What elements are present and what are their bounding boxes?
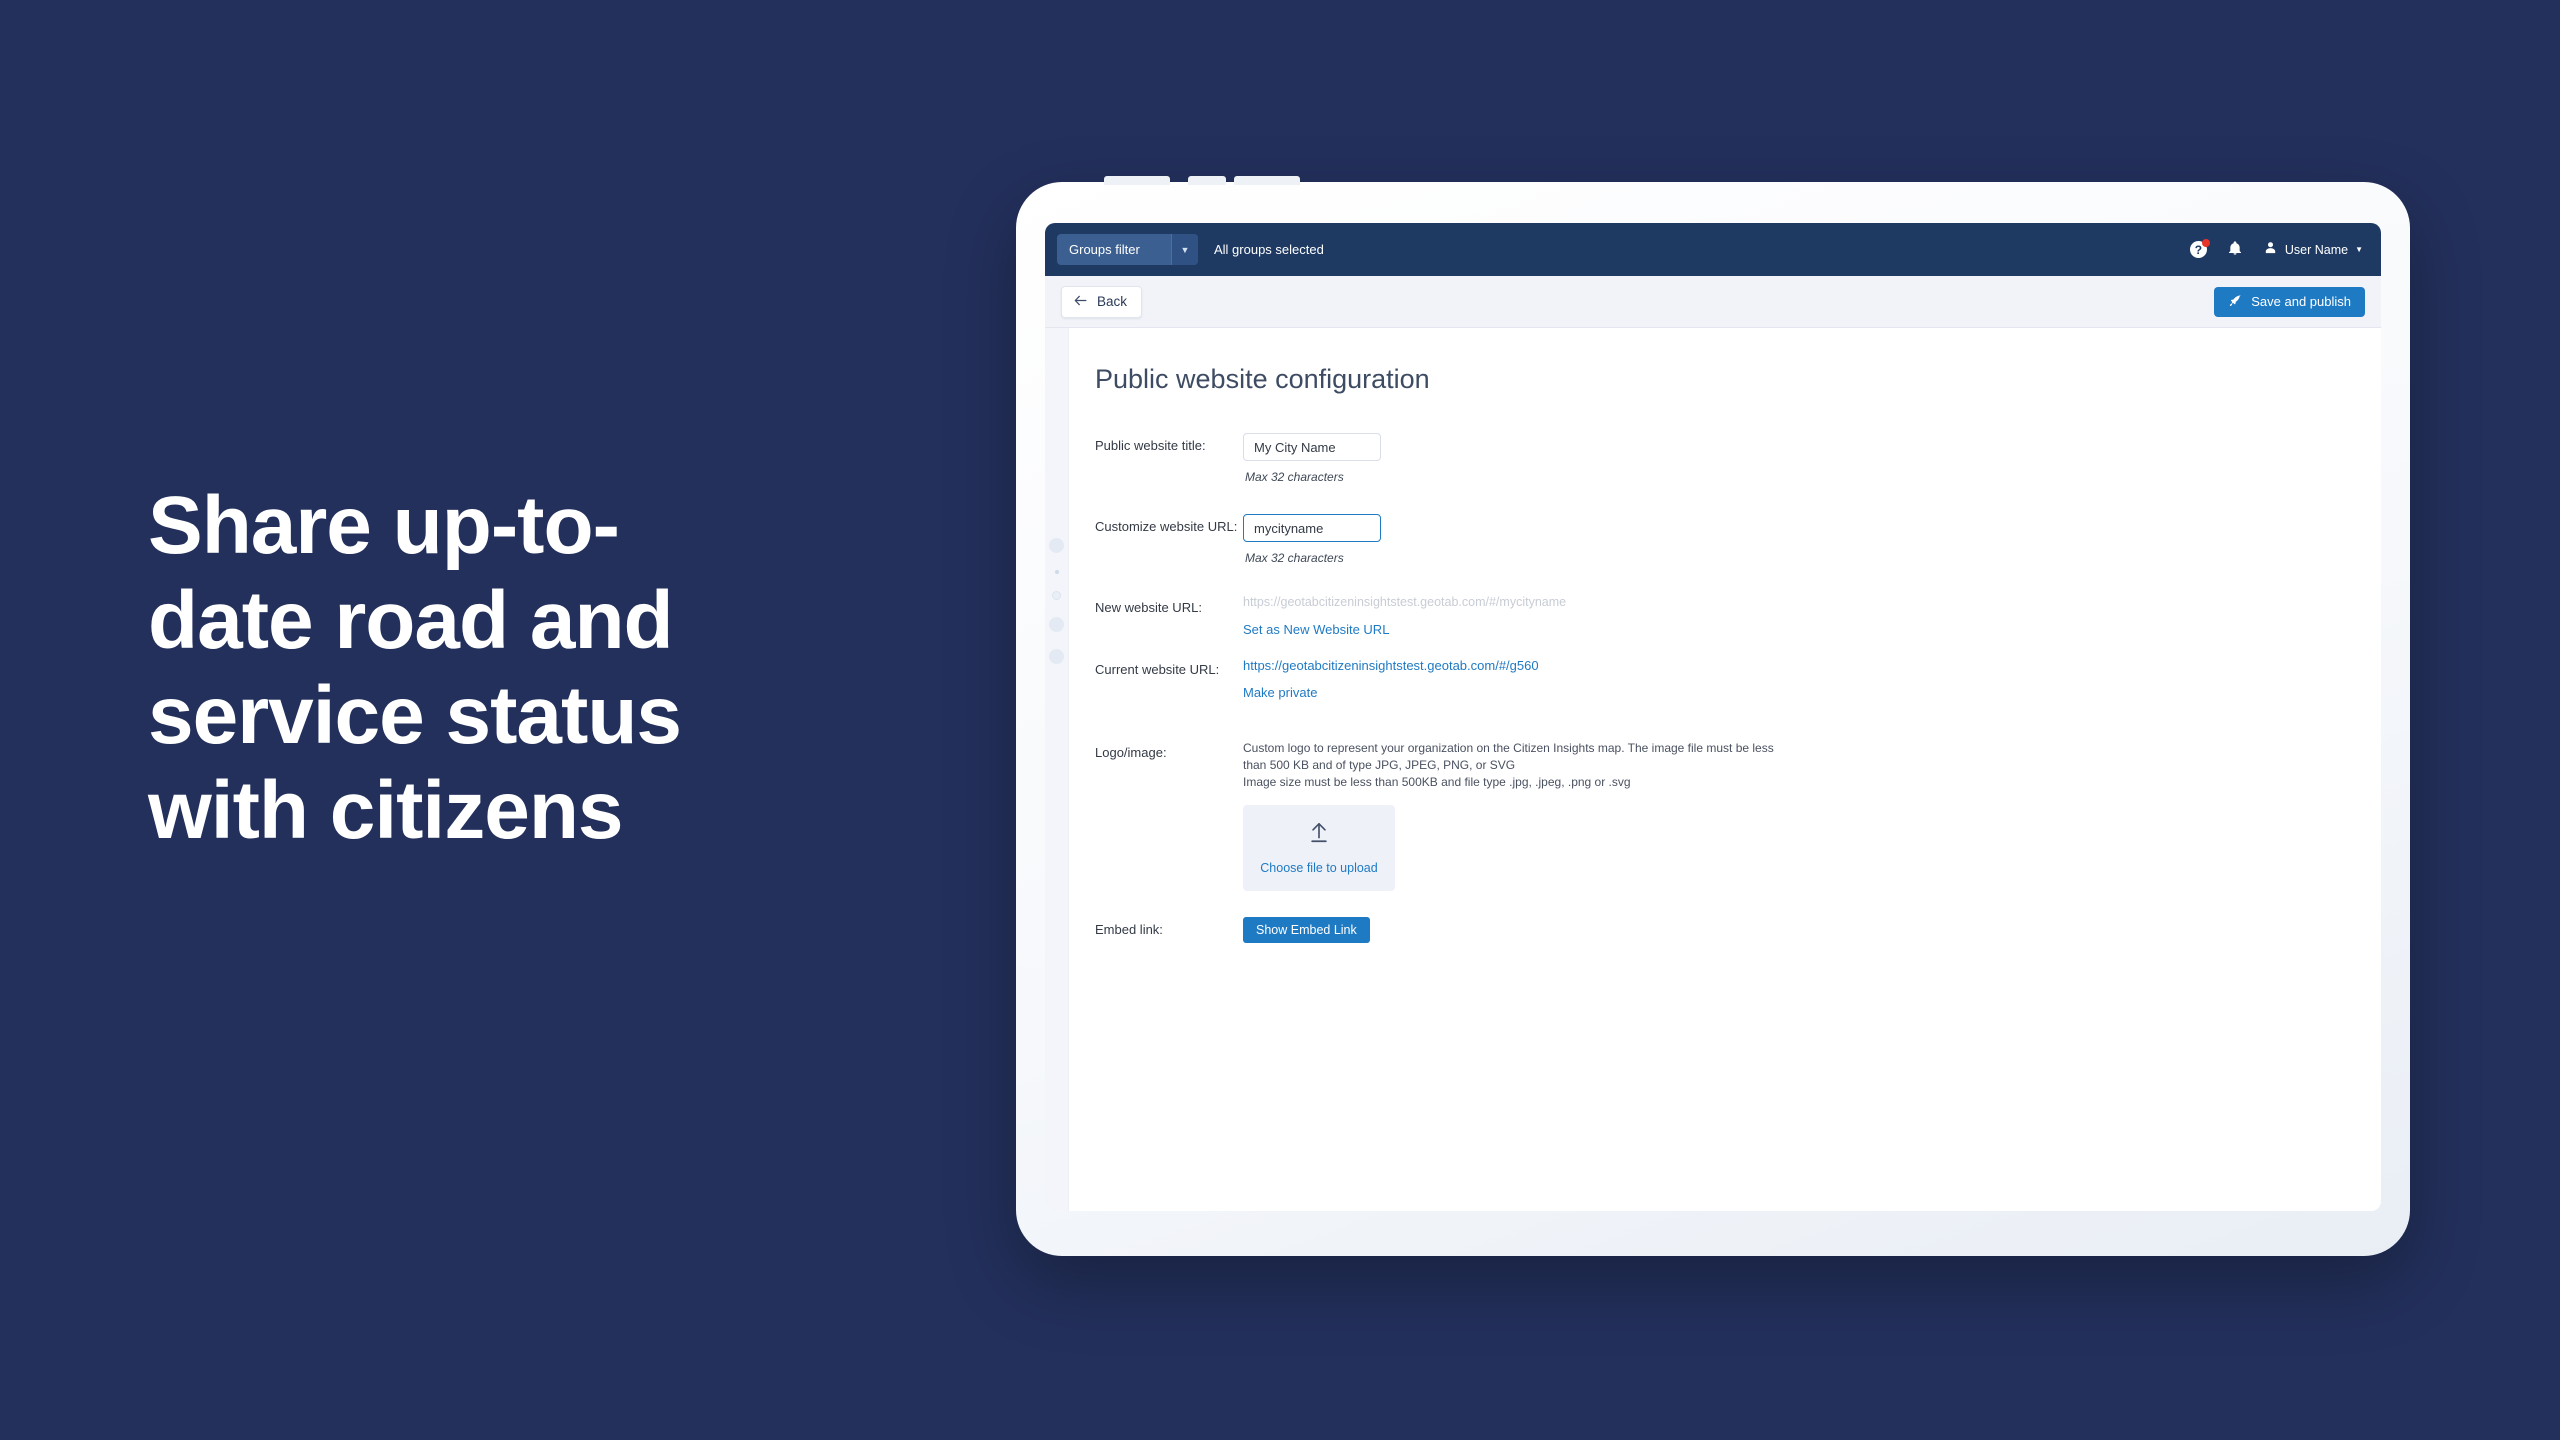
help-button[interactable]: ? [2189, 239, 2210, 258]
website-title-input[interactable] [1243, 433, 1381, 461]
rail-dot[interactable] [1049, 617, 1064, 632]
show-embed-link-button[interactable]: Show Embed Link [1243, 917, 1370, 944]
configuration-page: Public website configuration Public webs… [1069, 328, 2381, 1211]
field-customize-url: Customize website URL: Max 32 characters [1095, 514, 2381, 565]
field-label: Embed link: [1095, 922, 1163, 938]
field-new-url: New website URL: https://geotabcitizenin… [1095, 595, 2381, 639]
avatar-icon [2263, 240, 2278, 259]
upload-label: Choose file to upload [1260, 861, 1378, 876]
tablet-top-button-1 [1104, 176, 1170, 185]
promo-block: Share up-to- date road and service statu… [148, 478, 848, 858]
field-label: Customize website URL: [1095, 519, 1238, 534]
groups-filter-label: Groups filter [1069, 242, 1140, 257]
tablet-top-button-3 [1234, 176, 1300, 185]
rocket-icon [2228, 294, 2242, 310]
user-name-label: User Name [2284, 242, 2349, 257]
tablet-screen: Groups filter ▼ All groups selected ? Us… [1045, 223, 2381, 1211]
logo-description-line-2: than 500 KB and of type JPG, JPEG, PNG, … [1243, 758, 1516, 773]
rail-dot[interactable] [1052, 591, 1061, 600]
page-title: Public website configuration [1095, 364, 1430, 394]
bell-icon[interactable] [2227, 240, 2243, 259]
set-as-new-website-url-link[interactable]: Set as New Website URL [1243, 622, 1389, 637]
tablet-device-frame: Groups filter ▼ All groups selected ? Us… [1016, 176, 2410, 1256]
notification-dot [2201, 239, 2210, 247]
field-label: New website URL: [1095, 600, 1202, 615]
field-hint: Max 32 characters [1245, 470, 1344, 484]
groups-filter-dropdown[interactable]: Groups filter ▼ [1057, 234, 1198, 265]
save-and-publish-label: Save and publish [2251, 294, 2351, 309]
arrow-left-icon [1073, 294, 1088, 310]
field-label: Public website title: [1095, 438, 1206, 453]
field-label: Logo/image: [1095, 745, 1167, 760]
current-website-url-link[interactable]: https://geotabcitizeninsightstest.geotab… [1243, 658, 1539, 673]
header-actions: ? User Name ▼ [2189, 239, 2381, 259]
field-logo-image: Logo/image: Custom logo to represent you… [1095, 740, 2381, 892]
back-button[interactable]: Back [1061, 285, 1143, 318]
new-website-url-value: https://geotabcitizeninsightstest.geotab… [1243, 595, 1567, 609]
rail-dot[interactable] [1049, 538, 1064, 553]
save-and-publish-button[interactable]: Save and publish [2214, 286, 2365, 317]
field-embed-link: Embed link: Show Embed Link [1095, 917, 2381, 944]
field-hint: Max 32 characters [1245, 551, 1344, 565]
chevron-down-icon: ▼ [2355, 245, 2363, 254]
tablet-top-button-2 [1188, 176, 1226, 185]
promo-headline: Share up-to- date road and service statu… [148, 480, 682, 857]
logo-description-line-1: Custom logo to represent your organizati… [1243, 741, 1774, 755]
rail-dot[interactable] [1049, 649, 1064, 664]
page-toolbar: Back Save and publish [1045, 276, 2381, 328]
customize-url-input[interactable] [1243, 514, 1381, 542]
groups-selected-text: All groups selected [1214, 242, 1324, 257]
left-rail [1045, 328, 1069, 1211]
field-website-title: Public website title: Max 32 characters [1095, 433, 2381, 484]
user-menu[interactable]: User Name ▼ [2263, 240, 2363, 259]
field-label: Current website URL: [1095, 662, 1220, 677]
content-area: Public website configuration Public webs… [1045, 328, 2381, 1211]
back-button-label: Back [1097, 294, 1128, 309]
field-current-url: Current website URL: https://geotabcitiz… [1095, 657, 2381, 702]
rail-dot[interactable] [1054, 570, 1059, 574]
upload-arrow-icon [1308, 821, 1330, 850]
make-private-link[interactable]: Make private [1243, 685, 1317, 700]
app-header: Groups filter ▼ All groups selected ? Us… [1045, 223, 2381, 276]
chevron-down-icon[interactable]: ▼ [1171, 234, 1198, 265]
logo-description-line-3: Image size must be less than 500KB and f… [1243, 775, 1631, 790]
file-upload-dropzone[interactable]: Choose file to upload [1243, 805, 1395, 892]
